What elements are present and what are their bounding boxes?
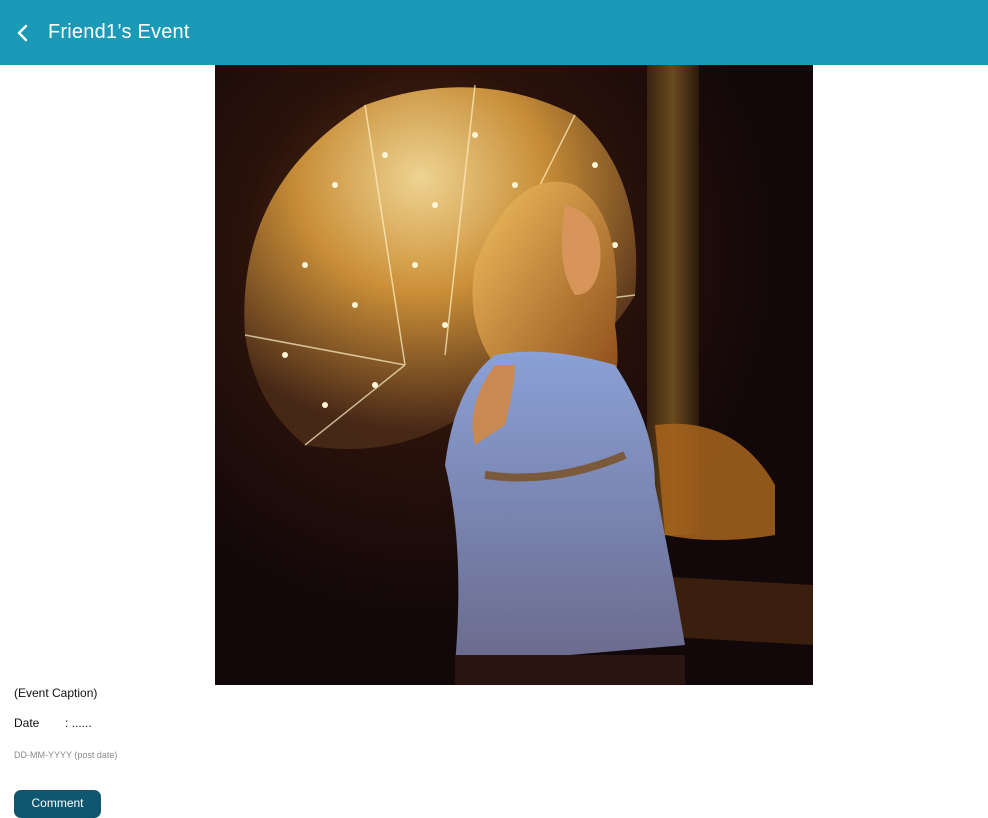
date-hint: DD-MM-YYYY (post date) [14, 750, 118, 760]
date-row: Date : ...... [14, 716, 92, 730]
page-title: Friend1’s Event [48, 21, 190, 43]
comment-button[interactable]: Comment [14, 790, 101, 818]
back-button[interactable] [4, 13, 42, 53]
event-photo [215, 65, 813, 685]
date-value: : ...... [65, 716, 92, 730]
event-caption: (Event Caption) [14, 686, 98, 700]
app-bar: Friend1’s Event [0, 0, 988, 65]
chevron-left-icon [17, 24, 28, 41]
date-label: Date [14, 716, 40, 730]
